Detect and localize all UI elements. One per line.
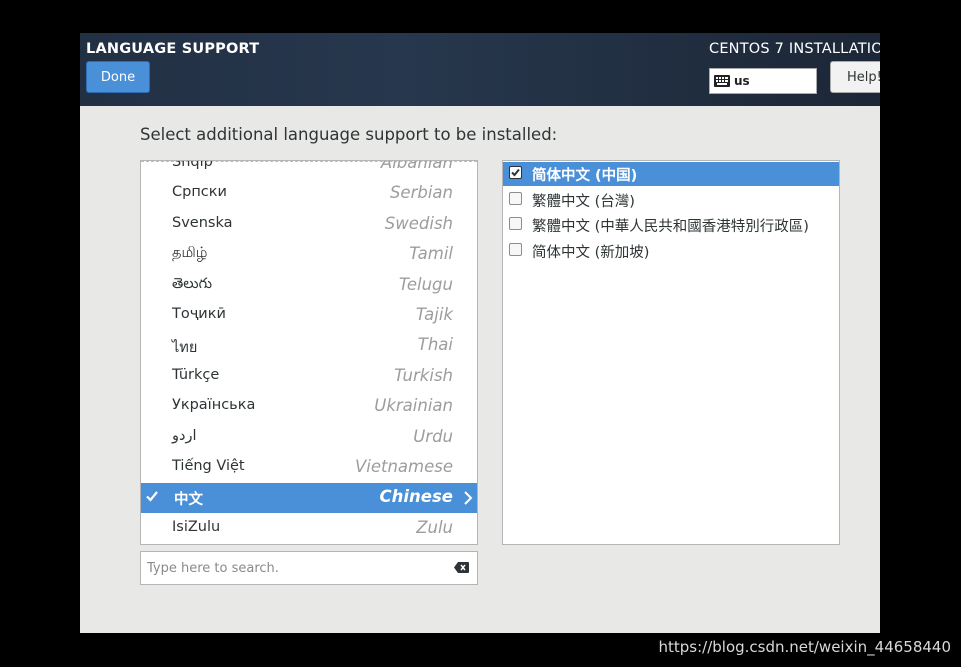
language-row[interactable]: Српски Serbian xyxy=(141,179,477,209)
done-button[interactable]: Done xyxy=(86,61,150,93)
language-row[interactable]: தமிழ் Tamil xyxy=(141,240,477,270)
language-native-name: Svenska xyxy=(172,214,233,231)
language-native-name: Українська xyxy=(172,397,256,414)
language-row[interactable]: Tiếng Việt Vietnamese xyxy=(141,453,477,483)
language-english-name: Chinese xyxy=(379,487,453,507)
search-input[interactable] xyxy=(147,558,437,578)
language-native-name: Тоҷикӣ xyxy=(172,306,226,322)
locale-checkbox[interactable] xyxy=(509,191,522,205)
language-native-name: اردو xyxy=(172,427,197,444)
language-row[interactable]: Українська Ukrainian xyxy=(141,392,477,422)
checkmark-icon xyxy=(511,168,520,177)
locale-label: 简体中文 (新加坡) xyxy=(532,245,650,262)
language-english-name: Vietnamese xyxy=(354,457,453,476)
product-title: CENTOS 7 INSTALLATIO xyxy=(709,41,880,57)
locale-row[interactable]: 简体中文 (新加坡) xyxy=(503,239,839,263)
help-button[interactable]: Help! xyxy=(830,61,880,93)
language-english-name: Telugu xyxy=(398,274,453,294)
language-english-name: Swedish xyxy=(384,213,453,233)
language-row[interactable]: ไทย Thai xyxy=(141,331,477,361)
language-row[interactable]: Shqip Albanian xyxy=(141,160,477,179)
language-english-name: Turkish xyxy=(394,365,453,385)
header-bar: LANGUAGE SUPPORT Done CENTOS 7 INSTALLAT… xyxy=(80,33,880,106)
language-native-name: తెలుగు xyxy=(172,275,213,292)
language-row[interactable]: اردو Urdu xyxy=(141,423,477,453)
chevron-right-icon xyxy=(464,491,473,506)
locale-row[interactable]: 繁體中文 (台灣) xyxy=(503,188,839,212)
language-list[interactable]: Shqip Albanian Српски Serbian Svenska Swedish… xyxy=(140,160,478,545)
language-native-name: Shqip xyxy=(172,160,213,170)
language-row[interactable]: IsiZulu Zulu xyxy=(141,514,477,544)
language-native-name: ไทย xyxy=(172,340,198,357)
language-native-name: Türkçe xyxy=(172,366,220,383)
language-native-name: Tiếng Việt xyxy=(172,458,245,474)
locale-label: 繁體中文 (台灣) xyxy=(532,193,635,210)
language-row[interactable]: 中文 Chinese xyxy=(141,483,477,514)
language-row[interactable]: Svenska Swedish xyxy=(141,210,477,240)
search-box[interactable] xyxy=(140,551,478,585)
language-english-name: Urdu xyxy=(413,426,453,446)
language-english-name: Tajik xyxy=(415,305,453,324)
locale-list[interactable]: 简体中文 (中国) 繁體中文 (台灣) 繁體中文 (中華人民共和國香港特別行政區) 简… xyxy=(502,160,840,545)
language-english-name: Tamil xyxy=(409,244,453,264)
locale-row[interactable]: 简体中文 (中国) xyxy=(503,162,839,186)
language-native-name: 中文 xyxy=(174,492,203,509)
locale-row[interactable]: 繁體中文 (中華人民共和國香港特別行政區) xyxy=(503,213,839,237)
locale-label: 简体中文 (中国) xyxy=(532,168,638,184)
watermark-text: https://blog.csdn.net/weixin_44658440 xyxy=(658,638,951,656)
instruction-text: Select additional language support to be… xyxy=(140,125,558,144)
keyboard-layout-indicator[interactable]: us xyxy=(709,68,817,94)
language-english-name: Serbian xyxy=(389,183,453,203)
page-title: LANGUAGE SUPPORT xyxy=(86,41,260,57)
language-native-name: IsiZulu xyxy=(172,518,221,535)
locale-checkbox[interactable] xyxy=(509,166,522,179)
installer-window: LANGUAGE SUPPORT Done CENTOS 7 INSTALLAT… xyxy=(80,33,880,633)
locale-checkbox[interactable] xyxy=(509,243,522,257)
language-row[interactable]: Тоҷикӣ Tajik xyxy=(141,301,477,331)
language-native-name: தமிழ் xyxy=(172,245,208,262)
selected-check-icon xyxy=(146,491,158,503)
language-row[interactable]: తెలుగు Telugu xyxy=(141,271,477,301)
locale-checkbox[interactable] xyxy=(509,217,522,231)
language-row[interactable]: Türkçe Turkish xyxy=(141,362,477,392)
language-native-name: Српски xyxy=(172,184,227,201)
keyboard-icon xyxy=(714,75,730,87)
locale-label: 繁體中文 (中華人民共和國香港特別行政區) xyxy=(532,219,809,236)
language-english-name: Zulu xyxy=(416,517,453,537)
clear-search-icon[interactable] xyxy=(454,562,469,573)
language-english-name: Ukrainian xyxy=(374,396,453,416)
keyboard-layout-label: us xyxy=(734,74,750,88)
language-english-name: Thai xyxy=(417,335,453,355)
language-english-name: Albanian xyxy=(380,160,453,172)
